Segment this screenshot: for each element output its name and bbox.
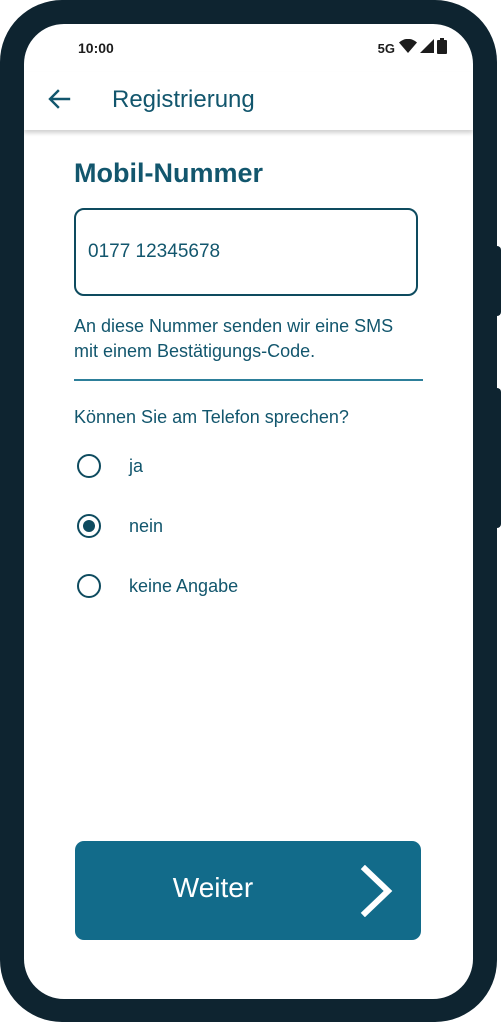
page-title: Registrierung	[112, 86, 255, 113]
next-button-label: Weiter	[172, 872, 254, 903]
radio-option-keine-angabe[interactable]: keine Angabe	[74, 562, 423, 610]
divider	[74, 379, 423, 381]
question-label: Können Sie am Telefon sprechen?	[74, 407, 349, 427]
section-title: Mobil-Nummer	[74, 158, 263, 188]
radio-button[interactable]	[77, 514, 101, 538]
next-button[interactable]: Weiter	[75, 841, 421, 940]
status-bar: 10:00 5G	[24, 24, 473, 72]
signal-icon	[420, 39, 434, 58]
chevron-right-icon	[358, 864, 396, 920]
radio-option-ja[interactable]: ja	[74, 442, 423, 490]
radio-option-nein[interactable]: nein	[74, 502, 423, 550]
back-button[interactable]	[44, 86, 74, 116]
screen: 10:00 5G Registrierung Mobil-Nummer An d…	[24, 24, 473, 999]
arrow-left-icon	[47, 87, 71, 116]
battery-icon	[437, 38, 447, 59]
volume-button	[494, 246, 501, 316]
radio-button[interactable]	[77, 454, 101, 478]
status-time: 10:00	[78, 40, 114, 56]
app-bar: Registrierung	[24, 72, 473, 130]
helper-text: An diese Nummer senden wir eine SMS mit …	[74, 316, 394, 361]
status-icons: 5G	[378, 38, 447, 59]
radio-button[interactable]	[77, 574, 101, 598]
radio-label: nein	[129, 515, 164, 536]
phone-number-input[interactable]	[74, 208, 418, 296]
wifi-icon	[399, 38, 417, 58]
radio-selected-dot	[83, 520, 95, 532]
radio-label: ja	[129, 455, 144, 476]
power-button	[494, 388, 501, 528]
radio-label: keine Angabe	[129, 575, 239, 596]
network-label: 5G	[377, 41, 395, 56]
